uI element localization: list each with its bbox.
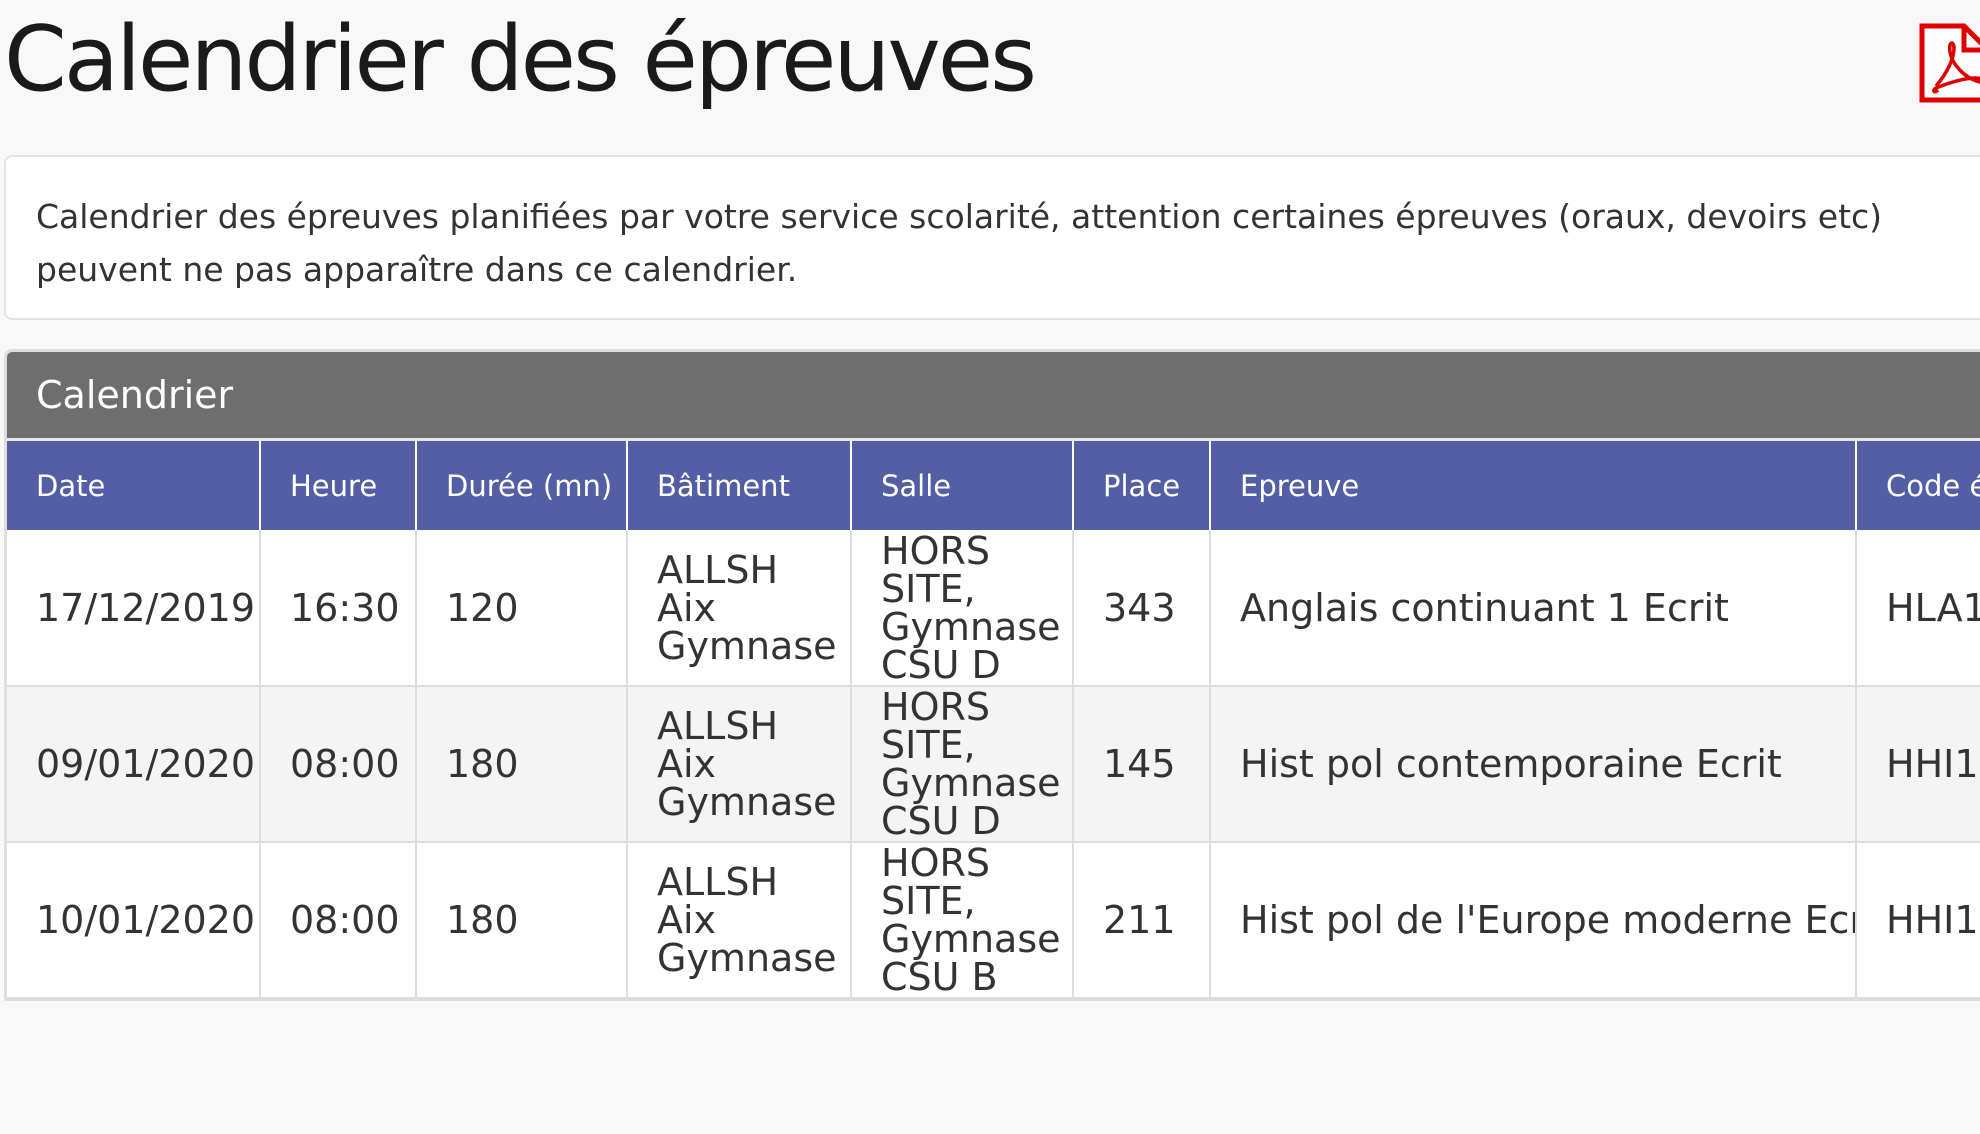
table-header-row: Date Heure Durée (mn) Bâtiment Salle Pla… xyxy=(7,441,1980,530)
column-header-code[interactable]: Code é xyxy=(1856,441,1980,530)
cell-epreuve: Anglais continuant 1 Ecrit xyxy=(1210,530,1857,687)
calendar-panel-title: Calendrier xyxy=(7,352,1980,441)
table-row: 10/01/2020 08:00 180 ALLSH Aix Gymnase H… xyxy=(7,842,1980,998)
column-header-date[interactable]: Date xyxy=(7,441,261,530)
cell-batiment: ALLSH Aix Gymnase xyxy=(627,686,852,843)
table-row: 09/01/2020 08:00 180 ALLSH Aix Gymnase H… xyxy=(7,686,1980,843)
column-header-heure[interactable]: Heure xyxy=(260,441,417,530)
calendar-panel: Calendrier Date Heure Durée (mn) Bâtimen… xyxy=(4,349,1980,1001)
column-header-batiment[interactable]: Bâtiment xyxy=(627,441,852,530)
column-header-epreuve[interactable]: Epreuve xyxy=(1210,441,1857,530)
cell-duree: 120 xyxy=(416,530,628,687)
cell-code: HHI1U xyxy=(1856,686,1980,843)
cell-date: 10/01/2020 xyxy=(7,842,261,998)
column-header-place[interactable]: Place xyxy=(1073,441,1211,530)
cell-epreuve: Hist pol de l'Europe moderne Ecrit xyxy=(1210,842,1857,998)
cell-heure: 08:00 xyxy=(260,842,417,998)
cell-duree: 180 xyxy=(416,686,628,843)
cell-salle: HORS SITE, Gymnase CSU D xyxy=(851,530,1074,687)
cell-heure: 16:30 xyxy=(260,530,417,687)
cell-code: HLA1 xyxy=(1856,530,1980,687)
cell-batiment: ALLSH Aix Gymnase xyxy=(627,530,852,687)
cell-date: 17/12/2019 xyxy=(7,530,261,687)
cell-place: 211 xyxy=(1073,842,1211,998)
column-header-duree[interactable]: Durée (mn) xyxy=(416,441,628,530)
cell-batiment: ALLSH Aix Gymnase xyxy=(627,842,852,998)
column-header-salle[interactable]: Salle xyxy=(851,441,1074,530)
cell-heure: 08:00 xyxy=(260,686,417,843)
cell-code: HHI1U xyxy=(1856,842,1980,998)
cell-place: 343 xyxy=(1073,530,1211,687)
cell-duree: 180 xyxy=(416,842,628,998)
intro-panel: Calendrier des épreuves planifiées par v… xyxy=(4,155,1980,320)
calendar-table: Date Heure Durée (mn) Bâtiment Salle Pla… xyxy=(7,441,1980,998)
intro-text: Calendrier des épreuves planifiées par v… xyxy=(36,197,1883,289)
cell-epreuve: Hist pol contemporaine Ecrit xyxy=(1210,686,1857,843)
cell-place: 145 xyxy=(1073,686,1211,843)
cell-date: 09/01/2020 xyxy=(7,686,261,843)
page-title: Calendrier des épreuves xyxy=(4,7,1037,112)
pdf-icon[interactable] xyxy=(1918,22,1980,104)
table-row: 17/12/2019 16:30 120 ALLSH Aix Gymnase H… xyxy=(7,530,1980,687)
cell-salle: HORS SITE, Gymnase CSU D xyxy=(851,686,1074,843)
cell-salle: HORS SITE, Gymnase CSU B xyxy=(851,842,1074,998)
